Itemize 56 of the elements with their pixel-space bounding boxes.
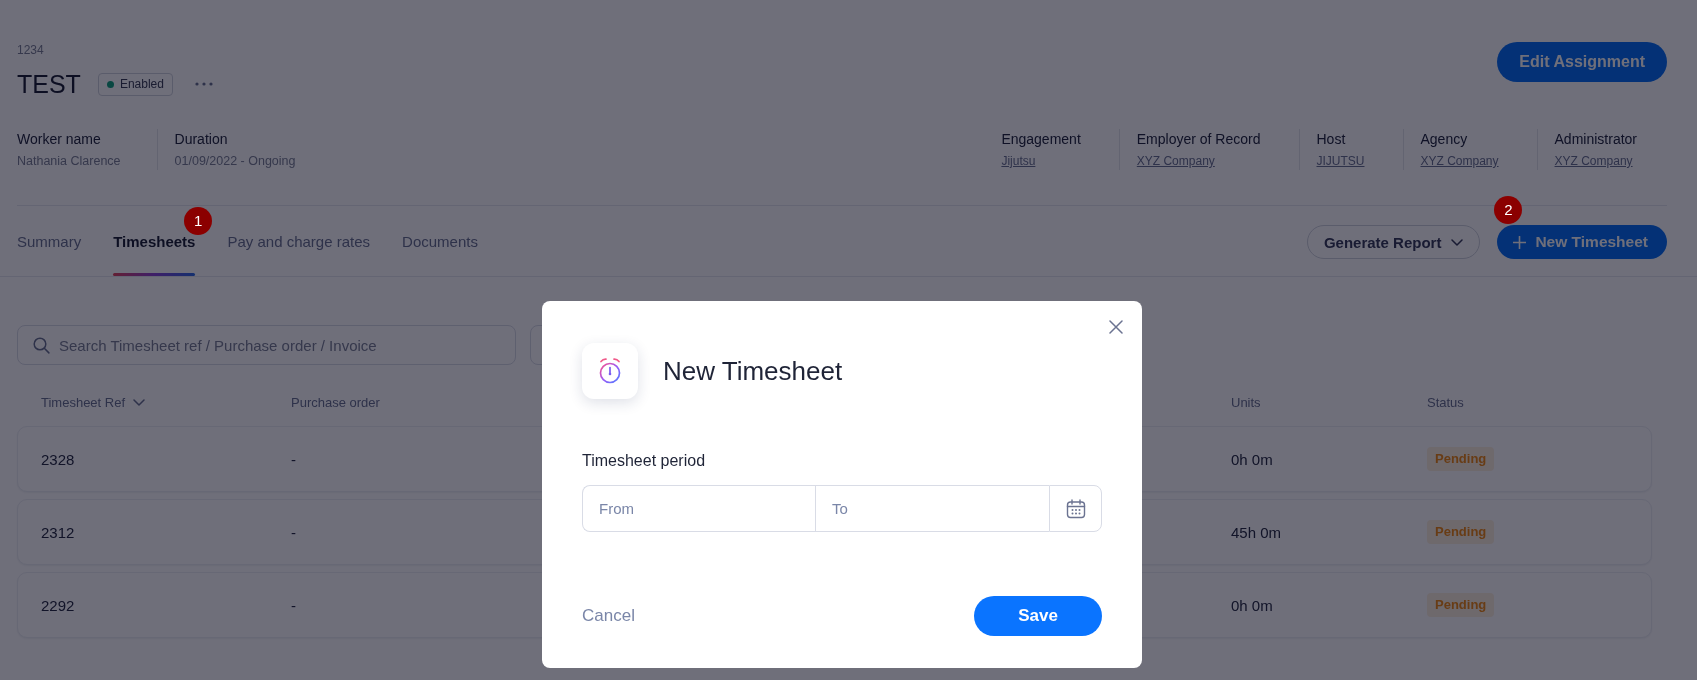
field-label: Worker name [17,130,101,149]
edit-assignment-button[interactable]: Edit Assignment [1497,42,1667,82]
column-header: Purchase order [291,394,380,410]
cancel-button[interactable]: Cancel [582,606,635,626]
assignment-reference: 1234 [17,43,44,57]
step-marker: 1 [184,207,213,235]
new-timesheet-button[interactable]: New Timesheet [1497,225,1667,259]
dialog-title: New Timesheet [663,355,843,387]
status-badge: Pending [1427,520,1495,544]
field-value: 01/09/2022 - Ongoing [174,153,296,170]
search-icon [33,337,50,354]
assignment-title: TEST [17,69,81,99]
column-header: Units [1231,394,1261,410]
status-badge: Pending [1427,593,1495,617]
chevron-down-icon [1451,238,1464,246]
purchase-order: - [291,523,296,541]
field-label: Duration [174,130,228,149]
field-link[interactable]: XYZ Company [1136,152,1215,170]
field-label: Employer of Record [1136,130,1261,149]
purchase-order: - [291,596,296,614]
column-header: Timesheet Ref [41,394,126,410]
calendar-button[interactable] [1049,485,1102,532]
tab[interactable]: Pay and charge rates [227,228,371,276]
units-value: 0h 0m [1231,596,1273,614]
timesheet-ref: 2312 [41,523,75,541]
purchase-order: - [291,450,296,468]
units-value: 0h 0m [1231,450,1273,468]
status-label: Enabled [119,77,164,91]
field-label: Host [1316,130,1346,149]
calendar-icon [1065,498,1086,519]
field-label: Administrator [1554,130,1637,149]
column-header: Status [1427,394,1464,410]
timesheet-ref: 2328 [41,450,75,468]
alarm-clock-icon [582,343,638,399]
save-button[interactable]: Save [974,596,1102,636]
field-link[interactable]: XYZ Company [1420,152,1499,170]
timesheet-ref: 2292 [41,596,75,614]
field-label: Agency [1420,130,1468,149]
field-link[interactable]: JIJUTSU [1316,152,1365,170]
field-label: Engagement [1001,130,1081,149]
close-icon[interactable] [1109,320,1123,334]
step-marker: 2 [1494,196,1523,224]
field-link[interactable]: XYZ Company [1554,152,1633,170]
search-field[interactable]: Search Timesheet ref / Purchase order / Invoice [17,325,516,365]
units-value: 45h 0m [1231,523,1282,541]
field-link[interactable]: Jijutsu [1001,152,1036,170]
from-date-field[interactable]: From [582,485,815,532]
status-badge: Pending [1427,447,1495,471]
more-icon[interactable] [194,82,213,86]
tab[interactable]: Summary [17,228,82,276]
plus-icon [1513,235,1527,249]
tab[interactable]: Documents [402,228,478,276]
field-label: Timesheet period [582,451,706,471]
field-value: Nathania Clarence [17,153,121,170]
generate-report-button[interactable]: Generate Report [1306,225,1481,259]
to-date-field[interactable]: To [815,485,1049,532]
